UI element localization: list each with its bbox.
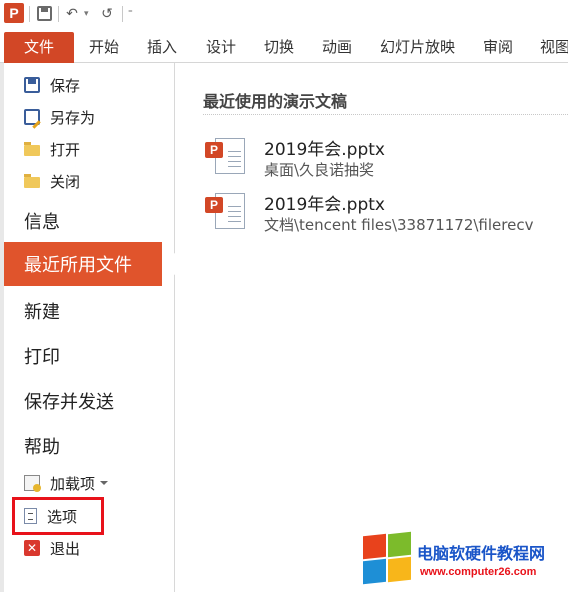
- save-icon: [24, 77, 40, 93]
- tab-design[interactable]: 设计: [206, 30, 236, 63]
- tab-transitions[interactable]: 切换: [264, 30, 294, 63]
- ribbon-tab-bar: 文件 开始 插入 设计 切换 动画 幻灯片放映 审阅 视图: [0, 30, 568, 63]
- nav-recent[interactable]: 最近所用文件: [4, 242, 176, 286]
- recent-file-name: 2019年会.pptx: [264, 140, 385, 160]
- open-folder-icon: [24, 142, 40, 156]
- nav-addins-label: 加载项: [50, 474, 96, 493]
- save-icon[interactable]: [37, 6, 52, 21]
- recent-files-heading: 最近使用的演示文稿: [203, 92, 348, 111]
- customize-toolbar-icon[interactable]: ⁼: [128, 9, 133, 19]
- chevron-down-icon: [100, 481, 109, 485]
- nav-edge: [0, 63, 4, 592]
- recent-file-name: 2019年会.pptx: [264, 195, 385, 215]
- nav-save-and-send[interactable]: 保存并发送: [24, 388, 114, 414]
- toolbar-divider: [122, 6, 123, 22]
- nav-close-label: 关闭: [50, 172, 81, 191]
- recent-file-path: 桌面\久良诺抽奖: [264, 161, 375, 179]
- addins-icon: [24, 475, 41, 492]
- quick-access-toolbar: P ↶ ▾ ↺ ⁼: [0, 0, 568, 29]
- nav-help[interactable]: 帮助: [24, 433, 60, 459]
- toolbar-divider: [29, 6, 30, 22]
- nav-save-as[interactable]: 另存为: [24, 105, 95, 129]
- tab-insert[interactable]: 插入: [147, 30, 177, 63]
- tab-view[interactable]: 视图: [540, 30, 568, 63]
- pptx-file-icon: P: [205, 138, 245, 176]
- nav-print[interactable]: 打印: [24, 343, 60, 369]
- nav-save[interactable]: 保存: [24, 73, 80, 97]
- recent-file-item[interactable]: P 2019年会.pptx 桌面\久良诺抽奖: [205, 135, 568, 179]
- watermark-title: 电脑软硬件教程网: [417, 544, 546, 563]
- powerpoint-backstage-window: P ↶ ▾ ↺ ⁼ 文件 开始 插入 设计 切换 动画 幻灯片放映 审阅 视图 …: [0, 0, 568, 592]
- tab-file[interactable]: 文件: [4, 32, 74, 63]
- nav-info[interactable]: 信息: [24, 208, 60, 234]
- nav-addins[interactable]: 加载项: [24, 471, 109, 495]
- site-watermark: 电脑软硬件教程网 www.computer26.com: [363, 531, 568, 587]
- undo-dropdown-icon[interactable]: ▾: [84, 9, 89, 19]
- tab-home[interactable]: 开始: [89, 30, 119, 63]
- save-as-icon: [24, 109, 40, 125]
- nav-save-as-label: 另存为: [50, 108, 96, 127]
- tab-slide-show[interactable]: 幻灯片放映: [380, 30, 455, 63]
- exit-icon: ✕: [24, 540, 40, 556]
- redo-icon[interactable]: ↺: [97, 4, 117, 24]
- heading-divider: [203, 114, 568, 115]
- recent-file-item[interactable]: P 2019年会.pptx 文档\tencent files\33871172\…: [205, 190, 568, 234]
- nav-open-label: 打开: [50, 140, 81, 159]
- nav-new[interactable]: 新建: [24, 298, 60, 324]
- options-highlight-box: [12, 497, 104, 535]
- recent-file-path: 文档\tencent files\33871172\filerecv: [264, 216, 534, 234]
- tab-review[interactable]: 审阅: [483, 30, 513, 63]
- undo-icon[interactable]: ↶: [62, 4, 82, 24]
- toolbar-divider: [58, 6, 59, 22]
- nav-exit[interactable]: ✕ 退出: [24, 536, 80, 560]
- watermark-url: www.computer26.com: [420, 566, 537, 578]
- windows-logo-icon: [363, 531, 413, 585]
- pptx-file-icon: P: [205, 193, 245, 231]
- tab-animations[interactable]: 动画: [322, 30, 352, 63]
- nav-open[interactable]: 打开: [24, 137, 80, 161]
- nav-exit-label: 退出: [50, 539, 81, 558]
- powerpoint-logo-icon[interactable]: P: [4, 3, 24, 23]
- nav-save-label: 保存: [50, 76, 81, 95]
- close-folder-icon: [24, 174, 40, 188]
- nav-recent-label: 最近所用文件: [24, 255, 132, 276]
- nav-close[interactable]: 关闭: [24, 169, 80, 193]
